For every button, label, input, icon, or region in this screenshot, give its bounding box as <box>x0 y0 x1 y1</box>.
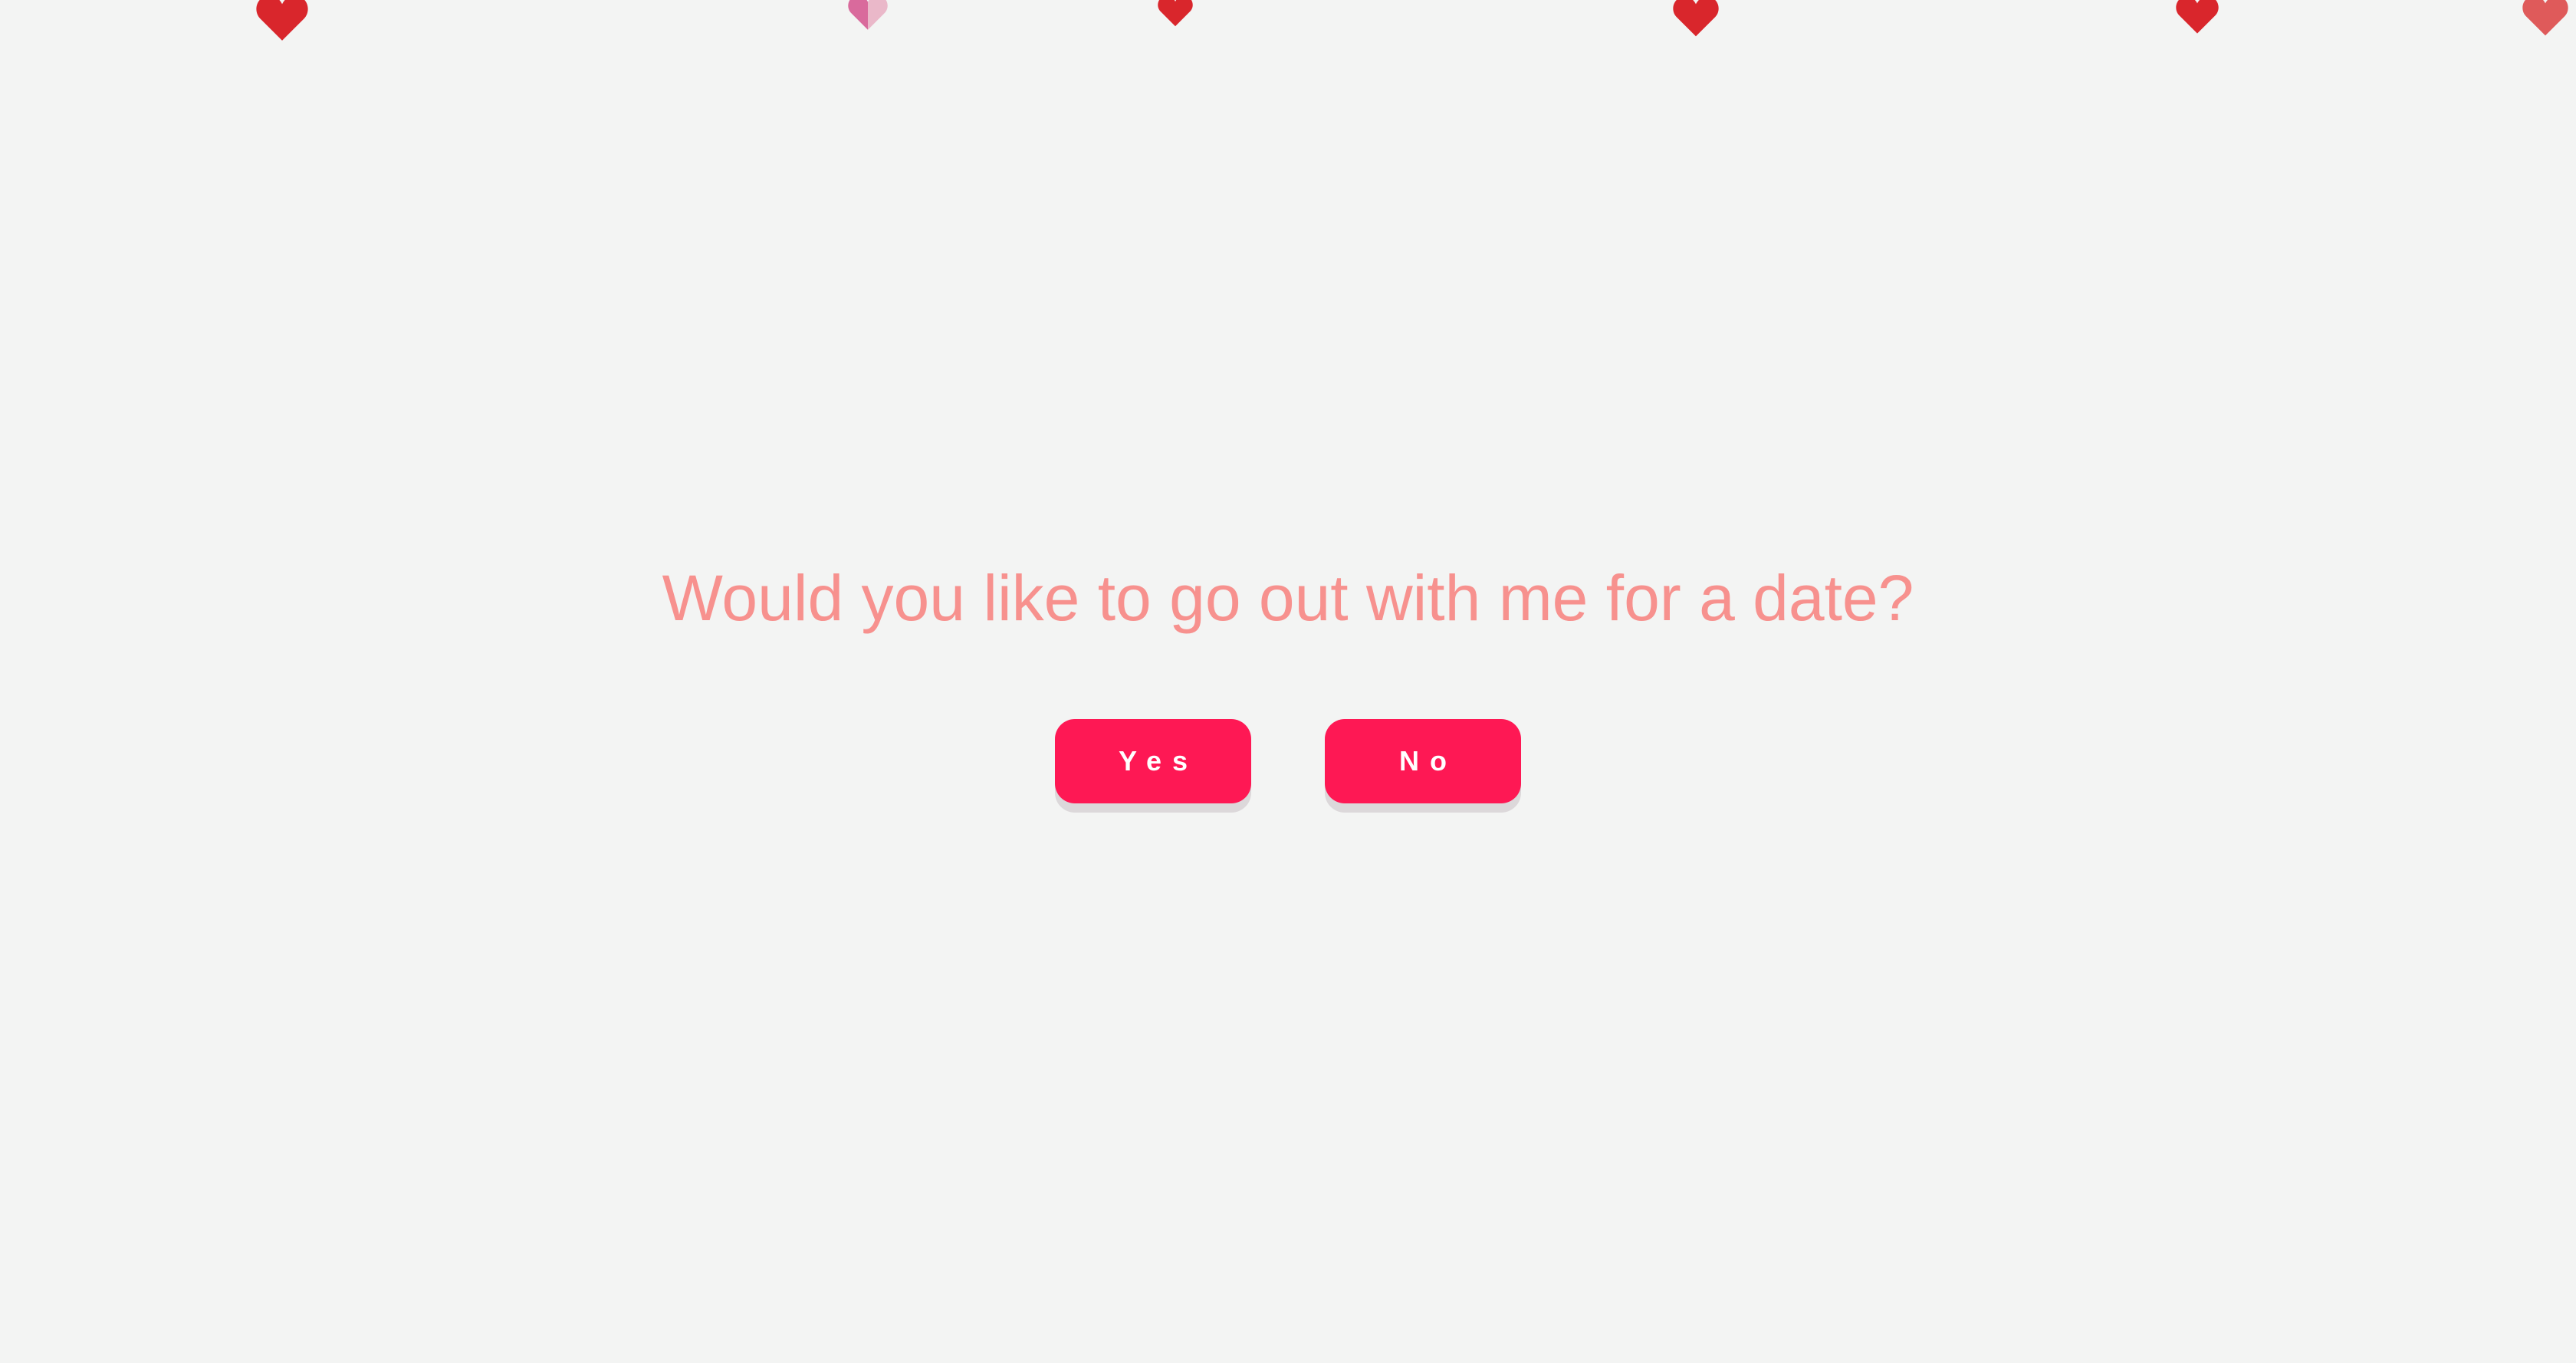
heart-icon <box>848 0 888 34</box>
heart-icon <box>2522 0 2568 38</box>
yes-button[interactable]: Yes <box>1055 719 1251 803</box>
heart-icon <box>256 0 308 43</box>
no-button[interactable]: No <box>1325 719 1521 803</box>
heart-icon <box>1673 0 1719 40</box>
heart-icon <box>1158 0 1193 29</box>
heart-icon <box>2176 0 2219 37</box>
page-title: Would you like to go out with me for a d… <box>662 562 1914 634</box>
